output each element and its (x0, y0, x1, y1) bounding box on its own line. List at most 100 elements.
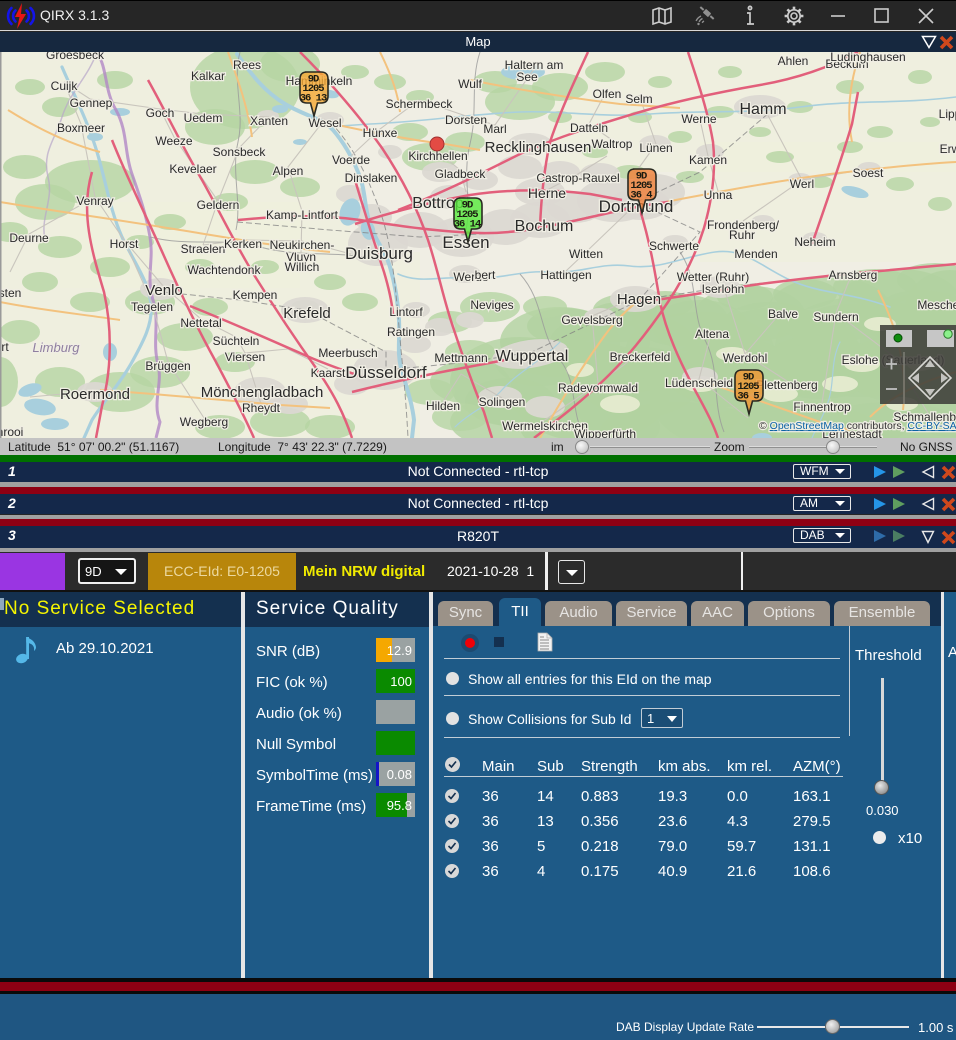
svg-text:Arnsberg: Arnsberg (829, 268, 878, 282)
svg-text:36 4: 36 4 (630, 190, 652, 202)
svg-text:Werdohl: Werdohl (723, 351, 767, 365)
svg-text:Deurne: Deurne (9, 231, 49, 245)
svg-text:Menden: Menden (734, 247, 777, 261)
svg-text:Wuppertal: Wuppertal (496, 348, 569, 365)
svg-text:36 13: 36 13 (300, 93, 327, 105)
svg-text:rt: rt (1, 340, 9, 354)
svg-text:Waltrop: Waltrop (592, 137, 633, 151)
svg-text:Cuijk: Cuijk (51, 79, 79, 93)
svg-text:Uedem: Uedem (184, 111, 223, 125)
svg-text:Sundern: Sundern (813, 310, 858, 324)
svg-text:Tegelen: Tegelen (131, 300, 173, 314)
svg-text:Duisburg: Duisburg (345, 244, 413, 263)
svg-text:Krefeld: Krefeld (283, 305, 331, 322)
svg-text:Groesbeck: Groesbeck (46, 52, 105, 62)
svg-text:Witten: Witten (569, 247, 603, 261)
svg-text:Goch: Goch (146, 106, 175, 120)
svg-text:36 5: 36 5 (737, 391, 759, 403)
svg-text:Kamen: Kamen (689, 153, 727, 167)
svg-text:Breckerfeld: Breckerfeld (610, 350, 671, 364)
svg-text:Finnentrop: Finnentrop (793, 400, 851, 414)
svg-text:Hagen: Hagen (617, 291, 661, 308)
svg-text:Gladbeck: Gladbeck (435, 167, 487, 181)
svg-text:Boxmeer: Boxmeer (57, 121, 105, 135)
svg-text:Kaarst: Kaarst (311, 366, 346, 380)
svg-text:Mettmann: Mettmann (434, 351, 487, 365)
svg-text:Hattingen: Hattingen (540, 268, 591, 282)
svg-text:Erw: Erw (940, 142, 956, 156)
svg-text:Sonsbeck: Sonsbeck (213, 145, 267, 159)
svg-text:Wachtendonk: Wachtendonk (188, 263, 262, 277)
svg-text:Gevelsberg: Gevelsberg (561, 313, 622, 327)
svg-text:Dinslaken: Dinslaken (345, 171, 398, 185)
svg-text:Lipp: Lipp (939, 107, 956, 121)
svg-text:Hilden: Hilden (426, 399, 460, 413)
svg-text:Mönchengladbach: Mönchengladbach (201, 384, 324, 401)
svg-text:Roermond: Roermond (60, 386, 130, 403)
svg-text:Unna: Unna (704, 188, 733, 202)
svg-text:Lünen: Lünen (639, 141, 672, 155)
svg-text:Straelen: Straelen (181, 242, 226, 256)
svg-text:Willich: Willich (285, 260, 320, 274)
svg-text:Werne: Werne (681, 112, 716, 126)
svg-text:Weeze: Weeze (155, 134, 192, 148)
svg-text:Kalkar: Kalkar (191, 69, 225, 83)
svg-text:Altena: Altena (695, 327, 729, 341)
svg-text:Olfen: Olfen (593, 87, 622, 101)
svg-text:36 14: 36 14 (454, 219, 481, 231)
svg-text:Kevelaer: Kevelaer (169, 162, 216, 176)
svg-text:Radevormwald: Radevormwald (558, 381, 638, 395)
svg-text:Ludinghausen: Ludinghausen (830, 52, 905, 64)
svg-text:Solingen: Solingen (479, 395, 526, 409)
svg-text:Selm: Selm (625, 92, 652, 106)
svg-text:Recklinghausen: Recklinghausen (485, 139, 592, 156)
svg-text:Castrop-Rauxel: Castrop-Rauxel (536, 171, 619, 185)
svg-text:Gennep: Gennep (70, 96, 113, 110)
svg-text:Nettetal: Nettetal (180, 316, 221, 330)
svg-text:Xanten: Xanten (250, 114, 288, 128)
svg-text:Iserlohn: Iserlohn (702, 282, 745, 296)
svg-text:Voerde: Voerde (332, 153, 370, 167)
svg-text:Lüdenscheid: Lüdenscheid (665, 376, 733, 390)
svg-text:Hamm: Hamm (739, 101, 786, 118)
svg-text:Ratingen: Ratingen (387, 325, 435, 339)
svg-text:Marl: Marl (483, 122, 506, 136)
svg-text:Neviges: Neviges (470, 298, 513, 312)
svg-text:Soest: Soest (853, 166, 884, 180)
svg-text:Brüggen: Brüggen (145, 359, 190, 373)
svg-text:Dorsten: Dorsten (445, 113, 487, 127)
svg-text:Wulf: Wulf (458, 77, 482, 91)
svg-text:Viersen: Viersen (225, 350, 265, 364)
svg-text:Werl: Werl (790, 177, 814, 191)
svg-text:Ruhr: Ruhr (729, 228, 755, 242)
svg-text:Schermbeck: Schermbeck (386, 97, 454, 111)
svg-text:Kamp-Lintfort: Kamp-Lintfort (266, 208, 339, 222)
svg-text:Meschede: Meschede (917, 298, 956, 312)
svg-text:© OpenStreetMap contributors,: © OpenStreetMap contributors, CC-BY-SA (759, 420, 956, 432)
svg-text:Wesel: Wesel (308, 116, 341, 130)
svg-text:Süchteln: Süchteln (213, 334, 260, 348)
svg-text:Lintorf: Lintorf (389, 305, 423, 319)
svg-text:Rees: Rees (233, 58, 261, 72)
svg-text:Plettenberg: Plettenberg (756, 378, 817, 392)
svg-text:Ahlen: Ahlen (778, 54, 809, 68)
svg-text:Venlo: Venlo (145, 282, 183, 299)
svg-text:nrooi: nrooi (0, 425, 23, 438)
svg-text:Meerbusch: Meerbusch (318, 346, 377, 360)
svg-text:Bochum: Bochum (515, 218, 574, 235)
svg-text:See: See (516, 70, 538, 84)
svg-text:Datteln: Datteln (570, 121, 608, 135)
svg-text:Kempen: Kempen (233, 288, 278, 302)
svg-text:Hünxe: Hünxe (363, 126, 398, 140)
svg-text:Venray: Venray (76, 194, 113, 208)
svg-text:Düsseldorf: Düsseldorf (345, 363, 427, 382)
svg-text:Horst: Horst (110, 237, 139, 251)
svg-text:Balve: Balve (768, 307, 798, 321)
svg-text:Alpen: Alpen (273, 164, 304, 178)
svg-text:Limburg: Limburg (33, 340, 81, 355)
svg-text:Wegberg: Wegberg (180, 415, 228, 429)
svg-text:Kerken: Kerken (224, 237, 262, 251)
svg-text:Schwerte: Schwerte (649, 239, 699, 253)
svg-text:Neheim: Neheim (794, 235, 835, 249)
svg-text:Geldern: Geldern (197, 198, 240, 212)
